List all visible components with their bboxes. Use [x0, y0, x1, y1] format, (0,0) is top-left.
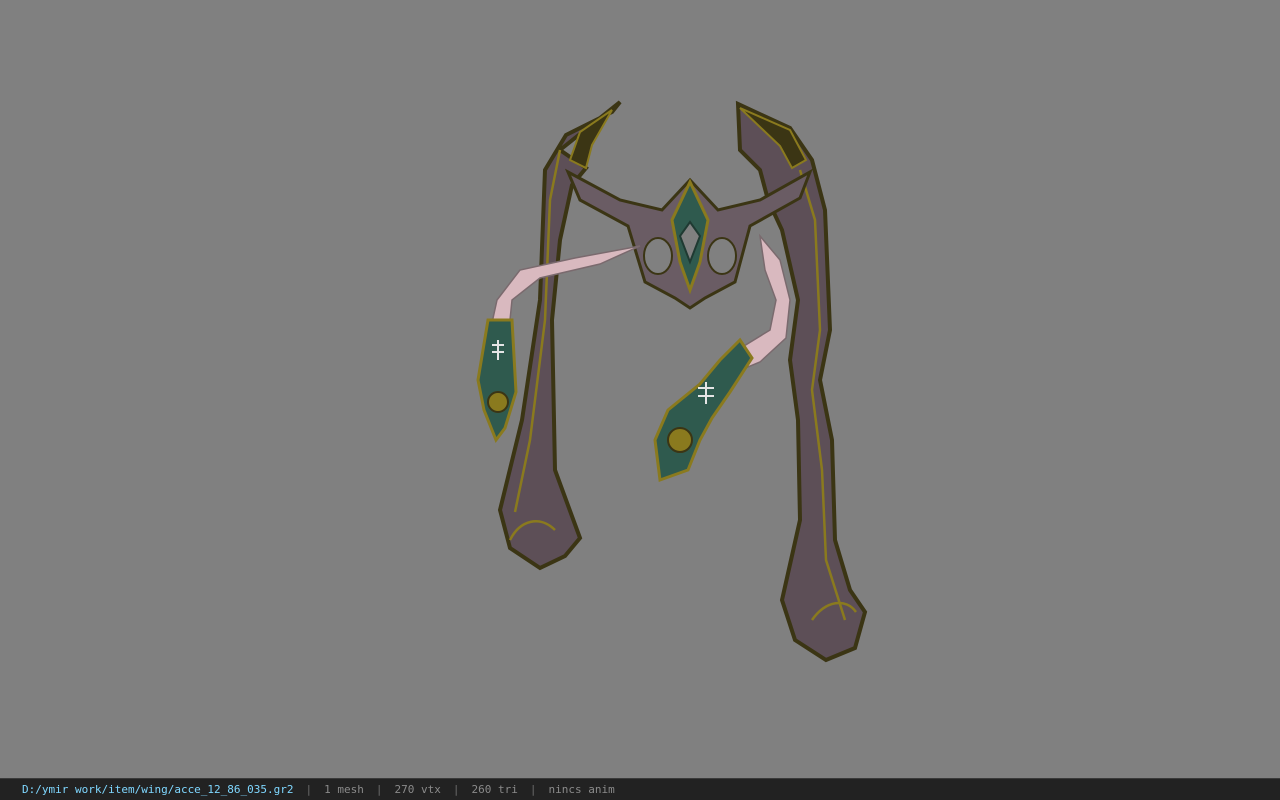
- vertex-count: 270 vtx: [394, 783, 441, 796]
- file-path: D:/ymir work/item/wing/acce_12_86_035.gr…: [22, 783, 294, 796]
- collar-opening-right: [707, 237, 737, 275]
- model-render: [476, 100, 868, 663]
- collar-opening-left: [643, 237, 673, 275]
- left-ribbon-tassel: [476, 318, 518, 444]
- left-tassel-knot: [487, 391, 509, 413]
- mesh-count: 1 mesh: [324, 783, 364, 796]
- 3d-viewport[interactable]: [0, 0, 1280, 778]
- triangle-count: 260 tri: [471, 783, 518, 796]
- status-separator: |: [375, 783, 383, 796]
- status-separator: |: [305, 783, 313, 796]
- status-separator: |: [529, 783, 537, 796]
- status-bar: D:/ymir work/item/wing/acce_12_86_035.gr…: [0, 778, 1280, 800]
- right-tassel-knot: [667, 427, 693, 453]
- status-separator: |: [452, 783, 460, 796]
- right-ribbon-tassel: [653, 337, 754, 483]
- anim-status: nincs anim: [548, 783, 615, 796]
